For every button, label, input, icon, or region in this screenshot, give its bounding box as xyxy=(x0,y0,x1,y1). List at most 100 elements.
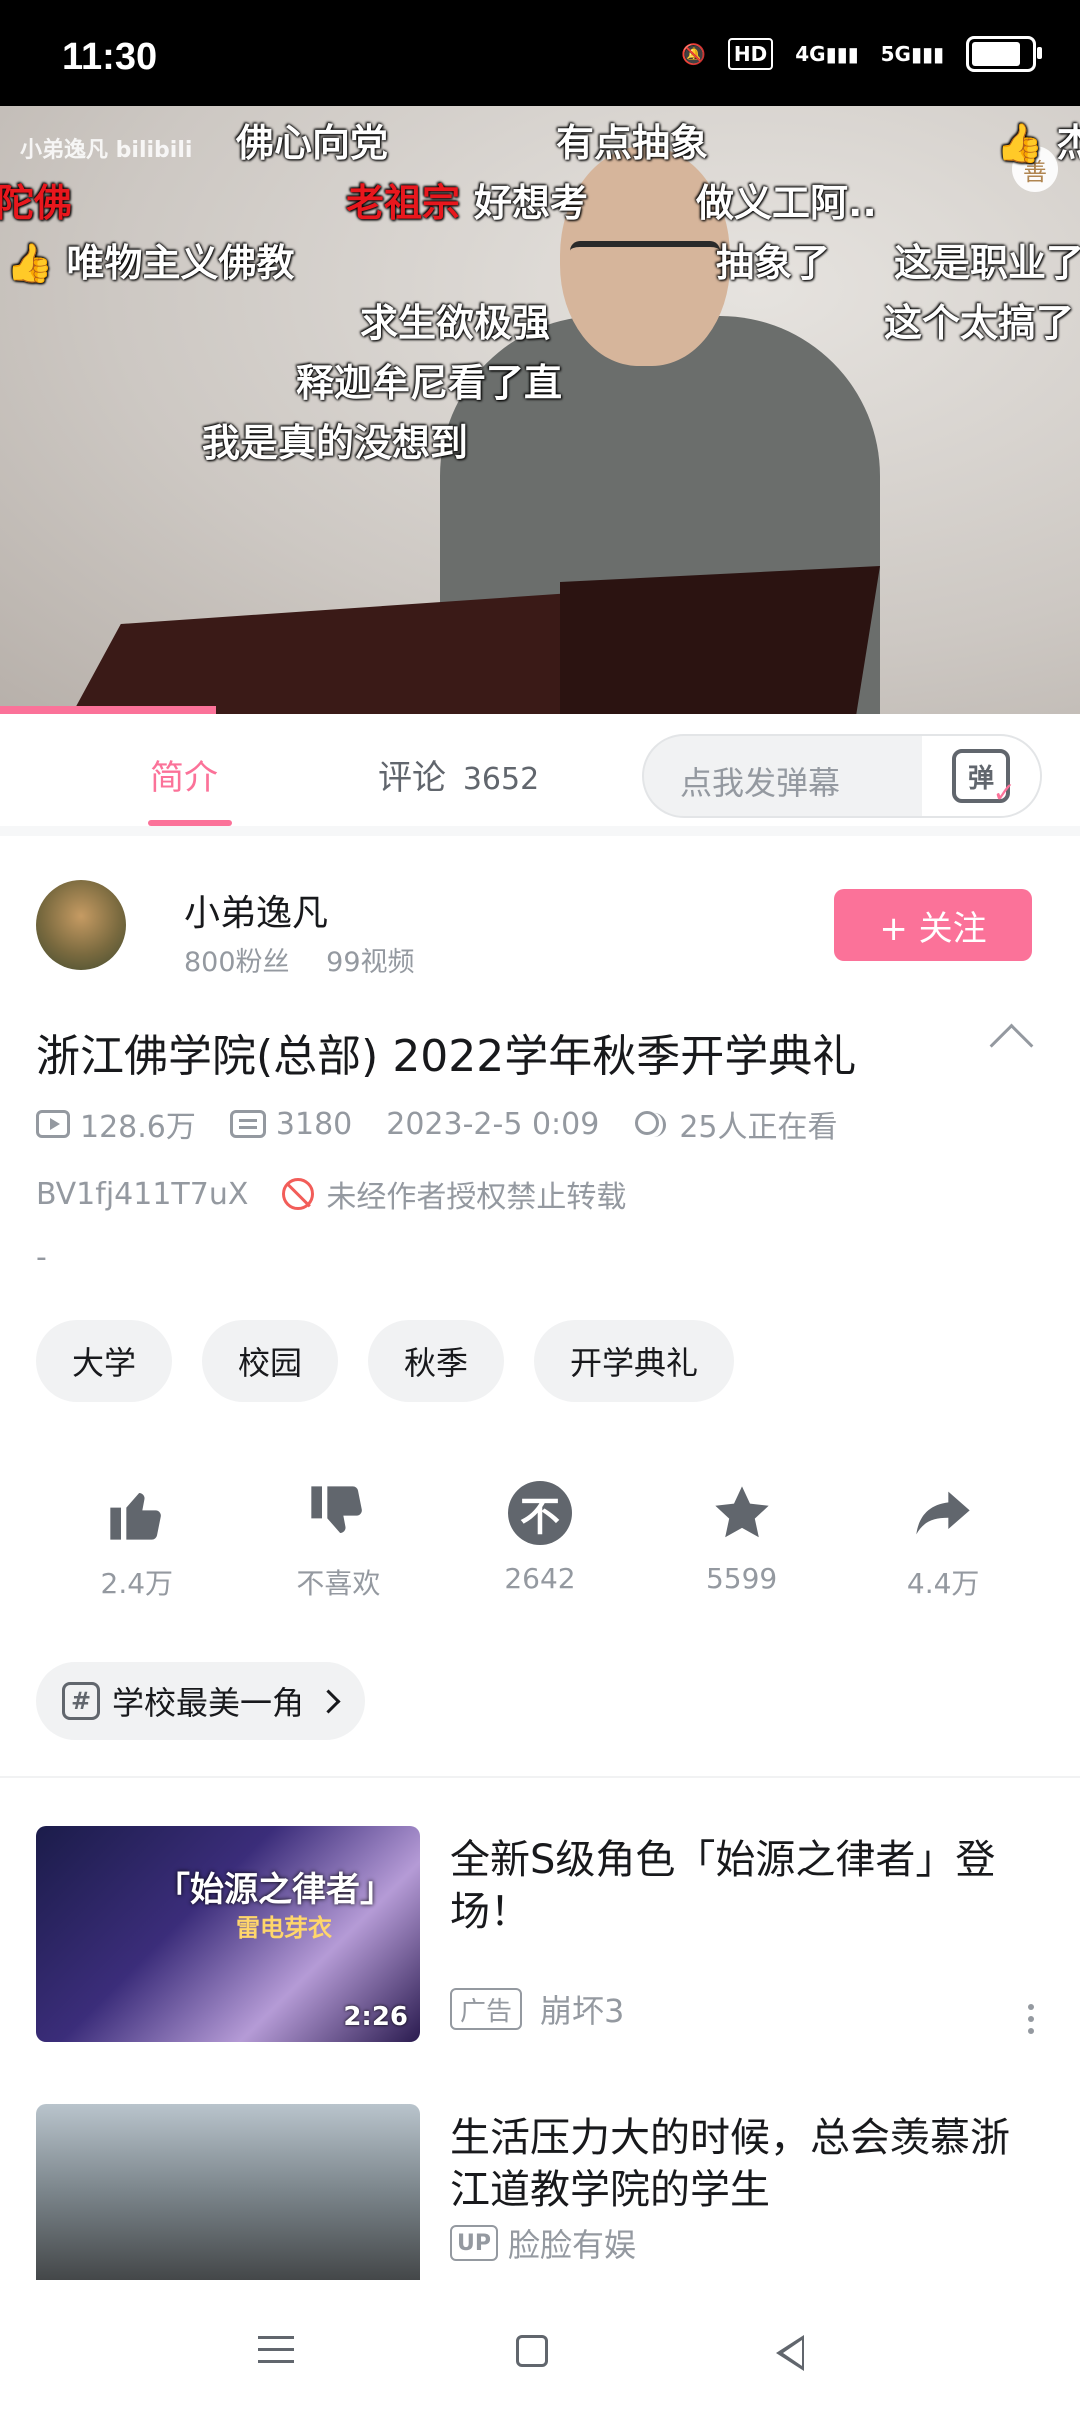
danmaku-icon-label: 弹 xyxy=(967,763,994,794)
recommend-author: 崩坏3 xyxy=(540,1992,625,2030)
chevron-up-icon[interactable] xyxy=(989,1023,1034,1068)
more-options-icon[interactable] xyxy=(1028,2016,1034,2022)
danmaku-count-icon xyxy=(229,1110,266,1138)
video-thumbnail[interactable] xyxy=(36,2104,420,2280)
danmaku-input[interactable]: 点我发弹幕 弹 ✓ xyxy=(642,734,1042,818)
hashtag-icon: # xyxy=(62,1682,100,1720)
topic-chip[interactable]: # 学校最美一角 xyxy=(36,1662,366,1740)
video-title: 浙江佛学院(总部) 2022学年秋季开学典礼 xyxy=(36,1031,857,1082)
check-icon: ✓ xyxy=(992,776,1016,809)
tag-chip[interactable]: 开学典礼 xyxy=(534,1320,735,1402)
coin-glyph: 不 xyxy=(507,1481,572,1545)
tag-chip[interactable]: 秋季 xyxy=(368,1320,505,1402)
author-stats: 800粉丝 99视频 xyxy=(184,940,443,979)
like-button[interactable]: 2.4万 xyxy=(36,1478,238,1602)
back-icon[interactable] xyxy=(776,2335,804,2371)
author-avatar[interactable] xyxy=(36,880,126,970)
chevron-right-icon xyxy=(316,1688,341,1714)
recommend-author: 脸脸有娱 xyxy=(508,2226,637,2264)
watching-count: 25人正在看 xyxy=(679,1110,838,1145)
no-repost-icon xyxy=(282,1178,315,1210)
net2-label: 5G xyxy=(880,42,911,66)
bvid: BV1fj411T7uX xyxy=(36,1176,249,1212)
video-duration: 2:26 xyxy=(343,2002,408,2032)
divider xyxy=(0,826,1080,836)
tag-chip[interactable]: 大学 xyxy=(36,1320,173,1402)
danmaku-text: 👍 杰 xyxy=(996,121,1080,165)
danmaku-toggle-button[interactable]: 弹 ✓ xyxy=(922,736,1040,816)
tab-intro[interactable]: 简介 xyxy=(150,750,218,799)
video-player[interactable]: 小弟逸凡 bilibili 善 佛心向党 有点抽象 👍 杰 陀佛 老祖宗 好想考… xyxy=(0,106,1080,714)
dislike-label: 不喜欢 xyxy=(296,1567,381,1600)
danmaku-count: 3180 xyxy=(275,1106,353,1142)
danmaku-text: 求生欲极强 xyxy=(360,301,551,345)
author-name[interactable]: 小弟逸凡 xyxy=(184,884,328,936)
up-badge: UP xyxy=(450,2225,498,2261)
share-count: 4.4万 xyxy=(906,1567,980,1600)
recommend-meta: 广告 崩坏3 xyxy=(450,1986,624,2032)
detail-tabs: 简介 评论 3652 点我发弹幕 弹 ✓ xyxy=(0,714,1080,827)
dislike-button[interactable]: 不喜欢 xyxy=(238,1478,440,1602)
coin-button[interactable]: 不 2642 xyxy=(439,1478,641,1602)
author-fans: 800粉丝 xyxy=(184,947,290,978)
copyright-notice: 未经作者授权禁止转载 xyxy=(326,1180,627,1215)
danmaku-text: 抽象了 xyxy=(716,241,831,285)
net1-label: 4G xyxy=(795,42,826,66)
danmaku-text: 好想考 xyxy=(474,181,589,225)
coin-icon: 不 xyxy=(505,1478,575,1548)
recommend-card[interactable]: 「始源之律者」 雷电芽衣 2:26 全新S级角色「始源之律者」登场！ 广告 崩坏… xyxy=(36,1826,1044,2042)
recommend-card[interactable]: 生活压力大的时候，总会羡慕浙江道教学院的学生 UP 脸脸有娱 xyxy=(36,2104,1044,2280)
tag-list: 大学 校园 秋季 开学典礼 xyxy=(36,1320,735,1402)
video-watermark: 小弟逸凡 bilibili xyxy=(20,138,193,163)
battery-fill xyxy=(972,42,1020,66)
recommend-title[interactable]: 生活压力大的时候，总会羡慕浙江道教学院的学生 xyxy=(450,2112,1044,2216)
comments-count: 3652 xyxy=(462,762,540,797)
action-bar: 2.4万 不喜欢 不 2642 5599 4.4万 xyxy=(36,1478,1044,1602)
danmaku-stat: 3180 xyxy=(229,1106,353,1142)
tab-comments-label: 评论 xyxy=(378,758,446,798)
danmaku-text: 陀佛 xyxy=(0,181,73,225)
ad-badge: 广告 xyxy=(450,1988,523,2030)
danmaku-text: 这是职业了 xyxy=(894,241,1080,285)
tab-comments[interactable]: 评论 3652 xyxy=(378,750,539,799)
danmaku-icon: 弹 ✓ xyxy=(952,749,1016,809)
recommend-title[interactable]: 全新S级角色「始源之律者」登场！ xyxy=(450,1834,1044,1938)
hd-icon: HD xyxy=(727,38,774,70)
views-count: 128.6万 xyxy=(80,1110,196,1145)
danmaku-placeholder: 点我发弹幕 xyxy=(680,764,841,802)
topic-label: 学校最美一角 xyxy=(112,1684,305,1722)
favorite-count: 5599 xyxy=(705,1562,778,1595)
video-progress-bar[interactable] xyxy=(0,706,216,714)
thumbnail-subtitle: 雷电芽衣 xyxy=(236,1914,332,1942)
coin-count: 2642 xyxy=(504,1562,576,1595)
bvid-row: BV1fj411T7uX 未经作者授权禁止转载 xyxy=(36,1172,626,1216)
5g-signal-icon: 5G ▮▮▮ xyxy=(880,42,944,66)
danmaku-text: 我是真的没想到 xyxy=(202,421,469,465)
podium-front xyxy=(560,566,880,714)
system-nav-bar xyxy=(0,2280,1080,2412)
video-meta: 128.6万 3180 2023-2-5 0:09 25人正在看 xyxy=(36,1102,872,1146)
status-icons: 🔕 HD 4G ▮▮▮ 5G ▮▮▮ xyxy=(681,36,1042,72)
views-stat: 128.6万 xyxy=(36,1102,196,1146)
video-thumbnail[interactable]: 「始源之律者」 雷电芽衣 2:26 xyxy=(36,1826,420,2042)
video-description: - xyxy=(36,1240,47,1275)
danmaku-text: 这个太搞了 xyxy=(884,301,1075,345)
status-bar: 11:30 🔕 HD 4G ▮▮▮ 5G ▮▮▮ xyxy=(0,0,1080,106)
share-button[interactable]: 4.4万 xyxy=(842,1478,1044,1602)
speaker-glasses xyxy=(570,241,720,277)
status-time: 11:30 xyxy=(62,36,158,78)
menu-icon[interactable] xyxy=(258,2336,294,2339)
tag-chip[interactable]: 校园 xyxy=(202,1320,339,1402)
thumbs-up-icon xyxy=(102,1478,172,1548)
favorite-button[interactable]: 5599 xyxy=(641,1478,843,1602)
people-icon xyxy=(633,1109,669,1139)
home-icon[interactable] xyxy=(516,2335,548,2367)
section-divider xyxy=(0,1776,1080,1778)
thumbs-down-icon xyxy=(303,1478,373,1548)
danmaku-text: 有点抽象 xyxy=(556,121,709,165)
like-count: 2.4万 xyxy=(100,1567,174,1600)
follow-button[interactable]: + 关注 xyxy=(834,889,1032,961)
share-icon xyxy=(908,1478,978,1548)
recommend-meta: UP 脸脸有娱 xyxy=(450,2220,636,2266)
publish-date: 2023-2-5 0:09 xyxy=(386,1106,600,1142)
